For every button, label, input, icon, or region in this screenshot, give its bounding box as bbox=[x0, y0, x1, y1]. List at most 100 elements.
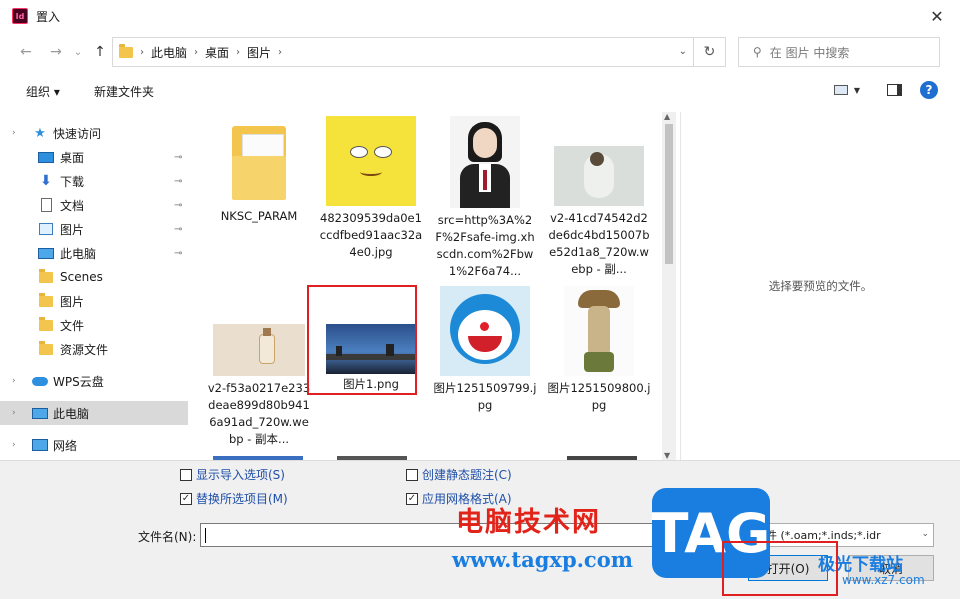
sidebar-item-wps-cloud[interactable]: › WPS云盘 bbox=[0, 369, 188, 393]
network-icon bbox=[32, 438, 48, 452]
address-bar[interactable]: › 此电脑 › 桌面 › 图片 › ⌄ ↻ bbox=[112, 37, 726, 67]
breadcrumb-this-pc[interactable]: 此电脑 bbox=[151, 44, 187, 61]
file-item[interactable]: 图片1.png bbox=[319, 286, 423, 393]
file-type-value: 文件 (*.oam;*.inds;*.idr bbox=[755, 529, 881, 542]
image-thumbnail bbox=[326, 324, 416, 374]
sidebar-item-label: 文档 bbox=[60, 198, 85, 213]
sidebar-item-label: 快速访问 bbox=[53, 126, 102, 141]
sidebar-item-label: 此电脑 bbox=[53, 406, 90, 421]
sidebar-item-label: WPS云盘 bbox=[53, 374, 104, 389]
folder-icon bbox=[38, 292, 54, 308]
breadcrumb-desktop[interactable]: 桌面 bbox=[205, 44, 229, 61]
sidebar-item-this-pc[interactable]: › 此电脑 bbox=[0, 401, 188, 425]
file-item[interactable]: v2-f53a0217e233deae899d80b9416a91ad_720w… bbox=[207, 286, 311, 448]
image-thumbnail bbox=[440, 286, 530, 376]
sidebar-item-desktop[interactable]: 桌面 ⊸ bbox=[0, 145, 188, 169]
checkbox-unchecked[interactable] bbox=[406, 468, 418, 481]
image-thumbnail bbox=[213, 324, 305, 376]
watermark-tag-logo: TAG bbox=[652, 488, 770, 578]
checkbox-checked[interactable]: ✓ bbox=[406, 492, 418, 505]
search-icon: ⚲ bbox=[753, 45, 762, 59]
sidebar-item-files[interactable]: 文件 bbox=[0, 313, 188, 337]
chevron-right-icon[interactable]: › bbox=[12, 408, 16, 418]
chevron-down-icon: ▼ bbox=[853, 85, 861, 95]
scroll-up-icon[interactable]: ▲ bbox=[664, 112, 670, 121]
up-arrow-icon[interactable]: ↑ bbox=[90, 42, 110, 62]
file-item[interactable]: src=http%3A%2F%2Fsafe-img.xhscdn.com%2Fb… bbox=[433, 116, 537, 280]
sidebar-item-downloads[interactable]: ⬇ 下载 ⊸ bbox=[0, 169, 188, 193]
chevron-right-icon[interactable]: › bbox=[12, 128, 16, 138]
new-folder-button[interactable]: 新建文件夹 bbox=[94, 83, 154, 100]
file-name: src=http%3A%2F%2Fsafe-img.xhscdn.com%2Fb… bbox=[435, 213, 535, 278]
folder-icon bbox=[224, 116, 294, 204]
file-name: 图片1251509799.jpg bbox=[433, 381, 537, 412]
folder-icon bbox=[38, 340, 54, 356]
document-icon bbox=[38, 198, 54, 212]
chevron-down-icon[interactable]: ⌄ bbox=[679, 46, 687, 57]
text-caret bbox=[205, 528, 206, 543]
sidebar-item-documents[interactable]: 文档 ⊸ bbox=[0, 193, 188, 217]
sidebar-item-this-pc-quick[interactable]: 此电脑 ⊸ bbox=[0, 241, 188, 265]
scroll-down-icon[interactable]: ▼ bbox=[664, 451, 670, 460]
preview-placeholder: 选择要预览的文件。 bbox=[768, 279, 873, 293]
chevron-right-icon[interactable]: › bbox=[12, 376, 16, 386]
vertical-scrollbar[interactable]: ▲ ▼ bbox=[662, 112, 676, 460]
recent-locations-chevron-icon[interactable]: ⌄ bbox=[68, 42, 88, 62]
search-placeholder: 在 图片 中搜索 bbox=[769, 45, 850, 60]
file-item[interactable]: 482309539da0e1ccdfbed91aac32a4e0.jpg bbox=[319, 116, 423, 261]
image-thumbnail bbox=[554, 146, 644, 206]
checkbox-label: 创建静态题注(C) bbox=[422, 468, 512, 482]
pin-icon: ⊸ bbox=[174, 223, 183, 235]
chevron-right-icon[interactable]: › bbox=[278, 47, 282, 58]
folder-icon bbox=[119, 43, 133, 58]
replace-selected-checkbox[interactable]: ✓ 替换所选项目(M) bbox=[180, 490, 288, 507]
file-name: NKSC_PARAM bbox=[220, 209, 298, 223]
window-title: 置入 bbox=[36, 9, 61, 24]
refresh-icon[interactable]: ↻ bbox=[693, 38, 725, 66]
breadcrumb-pictures[interactable]: 图片 bbox=[247, 44, 271, 61]
image-thumbnail bbox=[326, 116, 416, 206]
preview-pane-toggle[interactable] bbox=[884, 80, 904, 100]
scroll-thumb[interactable] bbox=[665, 124, 673, 264]
help-button[interactable]: ? bbox=[918, 80, 940, 100]
folder-icon bbox=[38, 268, 54, 284]
sidebar-item-pictures[interactable]: 图片 ⊸ bbox=[0, 217, 188, 241]
computer-icon bbox=[38, 246, 54, 260]
file-name: 图片1251509800.jpg bbox=[547, 381, 651, 412]
chevron-right-icon[interactable]: › bbox=[12, 440, 16, 450]
file-item[interactable]: NKSC_PARAM bbox=[207, 116, 311, 225]
sidebar-item-label: 资源文件 bbox=[60, 342, 109, 357]
close-button[interactable]: ✕ bbox=[914, 0, 960, 32]
back-arrow-icon[interactable]: ← bbox=[16, 42, 36, 62]
sidebar-item-network[interactable]: › 网络 bbox=[0, 433, 188, 457]
sidebar-item-resources[interactable]: 资源文件 bbox=[0, 337, 188, 361]
checkbox-unchecked[interactable] bbox=[180, 468, 192, 481]
sidebar-item-label: 此电脑 bbox=[60, 246, 97, 261]
sidebar-item-label: 下载 bbox=[60, 174, 85, 189]
file-name: v2-41cd74542d2de6dc4bd15007be52d1a8_720w… bbox=[548, 211, 650, 276]
forward-arrow-icon[interactable]: → bbox=[46, 42, 66, 62]
show-import-options-checkbox[interactable]: 显示导入选项(S) bbox=[180, 466, 285, 483]
sidebar-item-label: 网络 bbox=[53, 438, 78, 453]
navigation-pane: › ★ 快速访问 桌面 ⊸ ⬇ 下载 ⊸ 文档 ⊸ 图片 ⊸ 此电脑 ⊸ Sce… bbox=[0, 112, 200, 460]
sidebar-item-pictures-folder[interactable]: 图片 bbox=[0, 289, 188, 313]
view-options-button[interactable]: ▼ bbox=[830, 80, 864, 100]
create-static-caption-checkbox[interactable]: 创建静态题注(C) bbox=[406, 466, 512, 483]
sidebar-item-quick-access[interactable]: › ★ 快速访问 bbox=[0, 121, 188, 145]
file-item[interactable]: 图片1251509799.jpg bbox=[433, 286, 537, 414]
help-icon: ? bbox=[920, 81, 938, 99]
file-item[interactable]: 图片1251509800.jpg bbox=[547, 286, 651, 414]
file-item[interactable]: v2-41cd74542d2de6dc4bd15007be52d1a8_720w… bbox=[547, 116, 651, 278]
sidebar-item-scenes[interactable]: Scenes bbox=[0, 265, 188, 289]
organize-menu[interactable]: 组织 ▾ bbox=[26, 83, 60, 100]
desktop-icon bbox=[38, 150, 54, 164]
cloud-icon bbox=[32, 374, 48, 388]
chevron-down-icon[interactable]: ⌄ bbox=[921, 529, 929, 539]
checkbox-checked[interactable]: ✓ bbox=[180, 492, 192, 505]
file-type-select[interactable]: 文件 (*.oam;*.inds;*.idr ⌄ bbox=[748, 523, 934, 547]
pin-icon: ⊸ bbox=[174, 247, 183, 259]
file-name: 图片1.png bbox=[343, 377, 399, 391]
search-box[interactable]: ⚲ 在 图片 中搜索 bbox=[738, 37, 940, 67]
chevron-right-icon: › bbox=[194, 46, 199, 58]
pin-icon: ⊸ bbox=[174, 175, 183, 187]
